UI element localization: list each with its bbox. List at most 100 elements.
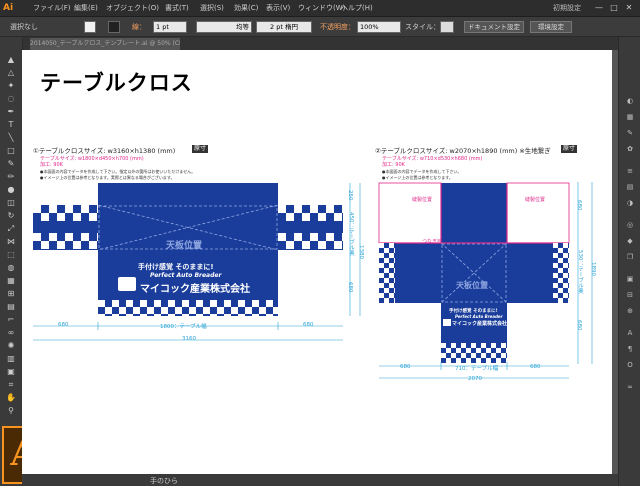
- stroke-panel-icon[interactable]: ≡: [625, 167, 635, 176]
- shape-builder-icon[interactable]: ◍: [6, 263, 16, 272]
- vertical-scrollbar[interactable]: [612, 50, 618, 474]
- workspace-switcher[interactable]: 初期設定: [553, 3, 581, 13]
- stroke-weight-field[interactable]: 1 pt: [153, 21, 187, 33]
- menu-select[interactable]: 選択(S): [200, 3, 224, 13]
- right-tabletop-outline: [441, 243, 507, 303]
- opacity-field[interactable]: 100%: [357, 21, 401, 33]
- right-seam-lines: [378, 182, 570, 244]
- menu-file[interactable]: ファイル(F): [33, 3, 71, 13]
- menu-window[interactable]: ウィンドウ(W): [298, 3, 345, 13]
- slice-tool-icon[interactable]: ⌗: [6, 380, 16, 389]
- minimize-button[interactable]: —: [592, 2, 606, 13]
- right-dim-height-total: 1890: [590, 262, 596, 276]
- opentype-panel-icon[interactable]: O: [625, 361, 635, 370]
- zoom-tool-icon[interactable]: ⚲: [6, 406, 16, 415]
- document-tab[interactable]: 2014050_テーブルクロス_テンプレート.ai @ 50% (CMYK/プレ…: [30, 38, 180, 50]
- app-logo: Ai: [3, 2, 17, 14]
- left-slogan: 手付け感覚 そのままに!: [138, 263, 214, 271]
- right-dim-top: 680: [576, 200, 582, 211]
- menu-edit[interactable]: 編集(E): [74, 3, 98, 13]
- menu-type[interactable]: 書式(T): [165, 3, 189, 13]
- left-dim-table-width: 1800：テーブル幅: [160, 324, 207, 330]
- fill-swatch[interactable]: [84, 21, 96, 33]
- left-dim-side: 680: [58, 322, 69, 328]
- direct-selection-tool-icon[interactable]: △: [6, 68, 16, 77]
- blob-brush-icon[interactable]: ●: [6, 185, 16, 194]
- symbols-panel-icon[interactable]: ✿: [625, 145, 635, 154]
- paragraph-panel-icon[interactable]: ¶: [625, 345, 635, 354]
- style-label: スタイル：: [405, 23, 440, 31]
- pen-tool-icon[interactable]: ✒: [6, 107, 16, 116]
- graphic-styles-panel-icon[interactable]: ◆: [625, 237, 635, 246]
- right-dim-side-2: 680: [530, 364, 541, 370]
- brushes-panel-icon[interactable]: ✎: [625, 129, 635, 138]
- hand-tool-icon[interactable]: ✋: [6, 393, 16, 402]
- free-transform-icon[interactable]: ⬚: [6, 250, 16, 259]
- menu-help[interactable]: ヘルプ(H): [341, 3, 373, 13]
- close-button[interactable]: ✕: [622, 2, 636, 13]
- brush-select[interactable]: 2 pt 楕円: [256, 21, 312, 33]
- right-product-name: Perfect Auto Breader: [455, 314, 503, 319]
- color-panel-icon[interactable]: ◐: [625, 97, 635, 106]
- perspective-grid-icon[interactable]: ▦: [6, 276, 16, 285]
- selection-tool-icon[interactable]: ▲: [6, 55, 16, 64]
- pencil-tool-icon[interactable]: ✏: [6, 172, 16, 181]
- appearance-panel-icon[interactable]: ◎: [625, 221, 635, 230]
- right-seam-label-1: 縫製位置: [412, 197, 433, 203]
- left-size-tag: 原寸: [192, 145, 209, 153]
- eraser-tool-icon[interactable]: ◫: [6, 198, 16, 207]
- right-dim-table-depth: 530：テーブル奥: [577, 250, 583, 294]
- right-dim-bottom: 680: [576, 320, 582, 331]
- eyedropper-tool-icon[interactable]: ⌐: [6, 315, 16, 324]
- paintbrush-tool-icon[interactable]: ✎: [6, 159, 16, 168]
- artboard-tool-icon[interactable]: ▣: [6, 367, 16, 376]
- layers-panel-icon[interactable]: ❐: [625, 253, 635, 262]
- right-seam-label-2: 縫製位置: [525, 197, 546, 203]
- left-caption: ①テーブルクロスサイズ: w3160×h1380 (mm): [33, 147, 176, 155]
- swatches-panel-icon[interactable]: ▦: [625, 113, 635, 122]
- variable-width-select[interactable]: 均等: [196, 21, 252, 33]
- symbol-sprayer-icon[interactable]: ✺: [6, 341, 16, 350]
- menu-effect[interactable]: 効果(C): [234, 3, 258, 13]
- horizontal-scrollbar[interactable]: [22, 474, 618, 486]
- rotate-tool-icon[interactable]: ↻: [6, 211, 16, 220]
- menu-object[interactable]: オブジェクト(O): [106, 3, 159, 13]
- character-panel-icon[interactable]: A: [625, 329, 635, 338]
- mesh-tool-icon[interactable]: ⊞: [6, 289, 16, 298]
- left-dim-height-total: 1380: [358, 245, 364, 259]
- left-checker-top-left: [33, 205, 98, 221]
- scale-tool-icon[interactable]: ⤢: [6, 224, 16, 233]
- left-company-logo-icon: [118, 277, 136, 291]
- stroke-label: 線：: [132, 23, 146, 31]
- preferences-button[interactable]: 環境設定: [530, 21, 572, 33]
- maximize-button[interactable]: □: [607, 2, 621, 13]
- right-processing: 加工: 90K: [382, 162, 405, 168]
- pathfinder-panel-icon[interactable]: ⊕: [625, 307, 635, 316]
- right-tabletop-label: 天板位置: [456, 281, 488, 290]
- graph-tool-icon[interactable]: ▥: [6, 354, 16, 363]
- opacity-label[interactable]: 不透明度：: [320, 22, 355, 32]
- transparency-panel-icon[interactable]: ◑: [625, 199, 635, 208]
- left-note-2: ●イメージ上の位置は参考となります。実際とは異なる場合がございます。: [40, 175, 175, 180]
- panel-dock: ◐ ▦ ✎ ✿ ≡ ▤ ◑ ◎ ◆ ❐ ▣ ⊟ ⊕ A ¶ O ∞: [618, 37, 640, 486]
- document-setup-button[interactable]: ドキュメント設定: [464, 21, 524, 33]
- width-tool-icon[interactable]: ⋈: [6, 237, 16, 246]
- menu-view[interactable]: 表示(V): [266, 3, 290, 13]
- style-swatch[interactable]: [440, 21, 454, 33]
- rectangle-tool-icon[interactable]: □: [6, 146, 16, 155]
- gradient-tool-icon[interactable]: ▤: [6, 302, 16, 311]
- left-dim-side-2: 680: [303, 322, 314, 328]
- blend-tool-icon[interactable]: ∞: [6, 328, 16, 337]
- magic-wand-icon[interactable]: ✦: [6, 81, 16, 90]
- stroke-swatch[interactable]: [108, 21, 120, 33]
- lasso-tool-icon[interactable]: ◌: [6, 94, 16, 103]
- align-panel-icon[interactable]: ⊟: [625, 291, 635, 300]
- right-checker-left: [379, 243, 395, 303]
- left-processing: 加工: 90K: [40, 162, 63, 168]
- gradient-panel-icon[interactable]: ▤: [625, 183, 635, 192]
- line-tool-icon[interactable]: ╲: [6, 133, 16, 142]
- artboards-panel-icon[interactable]: ▣: [625, 275, 635, 284]
- links-panel-icon[interactable]: ∞: [625, 383, 635, 392]
- type-tool-icon[interactable]: T: [6, 120, 16, 129]
- right-caption: ②テーブルクロスサイズ: w2070×h1890 (mm) ※生地繋ぎ: [375, 147, 551, 155]
